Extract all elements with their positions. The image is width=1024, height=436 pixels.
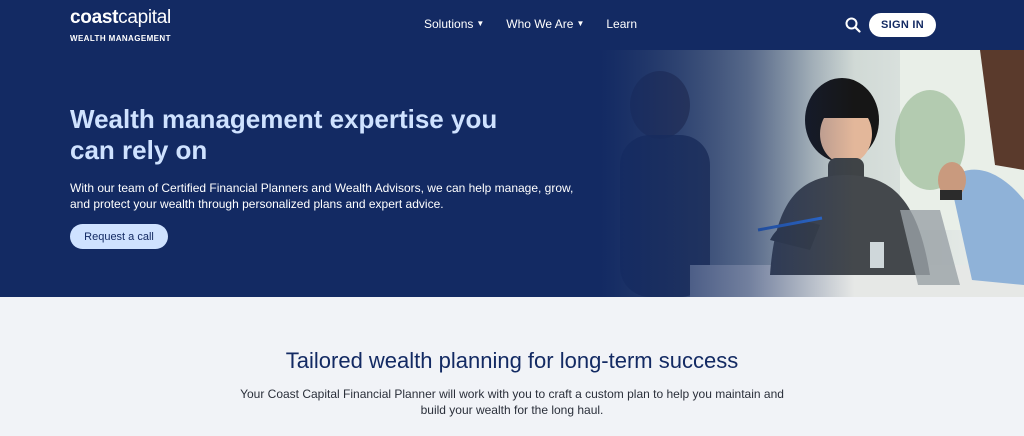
- nav-who-we-are[interactable]: Who We Are ▼: [506, 17, 584, 31]
- sign-in-button[interactable]: SIGN IN: [869, 13, 936, 37]
- search-icon[interactable]: [845, 17, 861, 33]
- hero-description: With our team of Certified Financial Pla…: [70, 181, 574, 211]
- logo-subtitle: WEALTH MANAGEMENT: [70, 34, 171, 43]
- nav-solutions[interactable]: Solutions ▼: [424, 17, 484, 31]
- site-header: coastcapital WEALTH MANAGEMENT Solutions…: [0, 0, 1024, 50]
- hero-title: Wealth management expertise you can rely…: [70, 104, 498, 165]
- section-title: Tailored wealth planning for long-term s…: [285, 348, 739, 373]
- nav-learn[interactable]: Learn: [606, 17, 637, 31]
- main-nav: Solutions ▼ Who We Are ▼ Learn: [424, 17, 637, 31]
- hero-banner: Wealth management expertise you can rely…: [0, 50, 1024, 297]
- logo-wordmark: coastcapital: [70, 7, 171, 28]
- section-description: Your Coast Capital Financial Planner wil…: [240, 387, 784, 417]
- caret-down-icon: ▼: [476, 19, 485, 28]
- request-call-button[interactable]: Request a call: [70, 224, 168, 249]
- caret-down-icon: ▼: [576, 19, 585, 28]
- logo[interactable]: coastcapital WEALTH MANAGEMENT: [70, 7, 171, 44]
- hero-photo: [600, 50, 1024, 297]
